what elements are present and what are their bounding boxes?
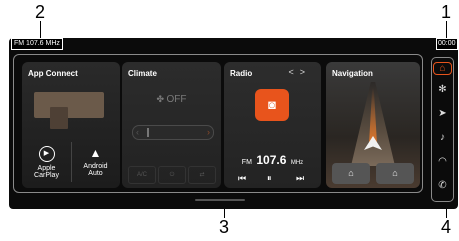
android-auto-icon: ▲ <box>89 146 102 160</box>
sidebar-navigation-icon[interactable]: ➤ <box>432 108 453 119</box>
temperature-slider[interactable]: ‹ › <box>132 125 214 140</box>
callout-4: 4 <box>441 217 452 237</box>
climate-state: ✤ OFF <box>122 94 221 105</box>
callout-1: 1 <box>441 2 452 22</box>
climate-state-label: OFF <box>166 94 187 105</box>
ac-button[interactable]: A/C <box>128 166 156 184</box>
callout-2: 2 <box>35 2 46 22</box>
sidebar-vehicle-icon[interactable]: ◠ <box>432 156 453 167</box>
app-connect-card[interactable]: App Connect ▶ Apple CarPlay ▲ Android Au… <box>22 62 120 188</box>
chevron-right-icon: › <box>207 127 210 137</box>
navigation-title: Navigation <box>332 69 373 78</box>
radio-card[interactable]: Radio <> ◙ FM 107.6 MHz ⏮ ⏸ ⏭ <box>224 62 321 188</box>
recirculation-button[interactable]: ⇄ <box>188 166 216 184</box>
fan-icon: ✤ <box>156 94 167 104</box>
radio-band: FM <box>241 159 252 166</box>
radio-frequency-unit: MHz <box>290 160 304 166</box>
nav-work-button[interactable]: ⌂ <box>376 163 414 184</box>
sidebar-phone-icon[interactable]: ✆ <box>432 180 453 191</box>
radio-source-nav: <> <box>288 67 311 77</box>
home-indicator[interactable] <box>195 199 245 201</box>
status-radio-info: FM 107.6 MHz <box>11 38 63 50</box>
radio-prev-source-button[interactable]: < <box>288 67 299 77</box>
sidebar-climate-icon[interactable]: ✻ <box>432 84 453 95</box>
sidebar-music-icon[interactable]: ♪ <box>432 132 453 143</box>
navigation-card[interactable]: Navigation ⌂ ⌂ <box>326 62 420 188</box>
climate-card[interactable]: Climate ✤ OFF ‹ › A/C ⏻ ⇄ <box>122 62 221 188</box>
climate-title: Climate <box>128 69 157 78</box>
apple-carplay-button[interactable]: ▶ Apple CarPlay <box>22 138 71 186</box>
carplay-icon: ▶ <box>38 146 55 162</box>
android-auto-label-2: Auto <box>88 170 103 177</box>
sidebar-home-icon[interactable]: ⌂ <box>433 62 452 75</box>
radio-title: Radio <box>230 69 253 78</box>
radio-frequency: FM 107.6 MHz <box>224 151 321 169</box>
pause-button[interactable]: ⏸ <box>267 173 272 184</box>
climate-power-button[interactable]: ⏻ <box>158 166 186 184</box>
next-track-button[interactable]: ⏭ <box>296 173 304 184</box>
leader-line-2 <box>40 21 41 38</box>
chevron-left-icon: ‹ <box>136 127 139 137</box>
phone-connect-illustration <box>34 92 104 118</box>
phone-illustration <box>50 107 68 129</box>
status-clock: 00:00 <box>436 38 458 50</box>
slider-thumb[interactable] <box>147 128 149 137</box>
apple-carplay-label-2: CarPlay <box>34 172 59 179</box>
leader-line-1 <box>446 21 447 38</box>
radio-next-source-button[interactable]: > <box>300 67 311 77</box>
app-connect-title: App Connect <box>28 69 78 78</box>
radio-frequency-value: 107.6 <box>256 153 287 167</box>
android-auto-button[interactable]: ▲ Android Auto <box>71 138 120 186</box>
radio-icon: ◙ <box>255 89 289 121</box>
nav-home-button[interactable]: ⌂ <box>332 163 370 184</box>
callout-3: 3 <box>219 217 230 237</box>
android-auto-label-1: Android <box>83 163 108 170</box>
previous-track-button[interactable]: ⏮ <box>238 173 246 184</box>
apple-carplay-label-1: Apple <box>37 165 56 172</box>
sidebar: ⌂ ✻ ➤ ♪ ◠ ✆ <box>431 57 454 202</box>
